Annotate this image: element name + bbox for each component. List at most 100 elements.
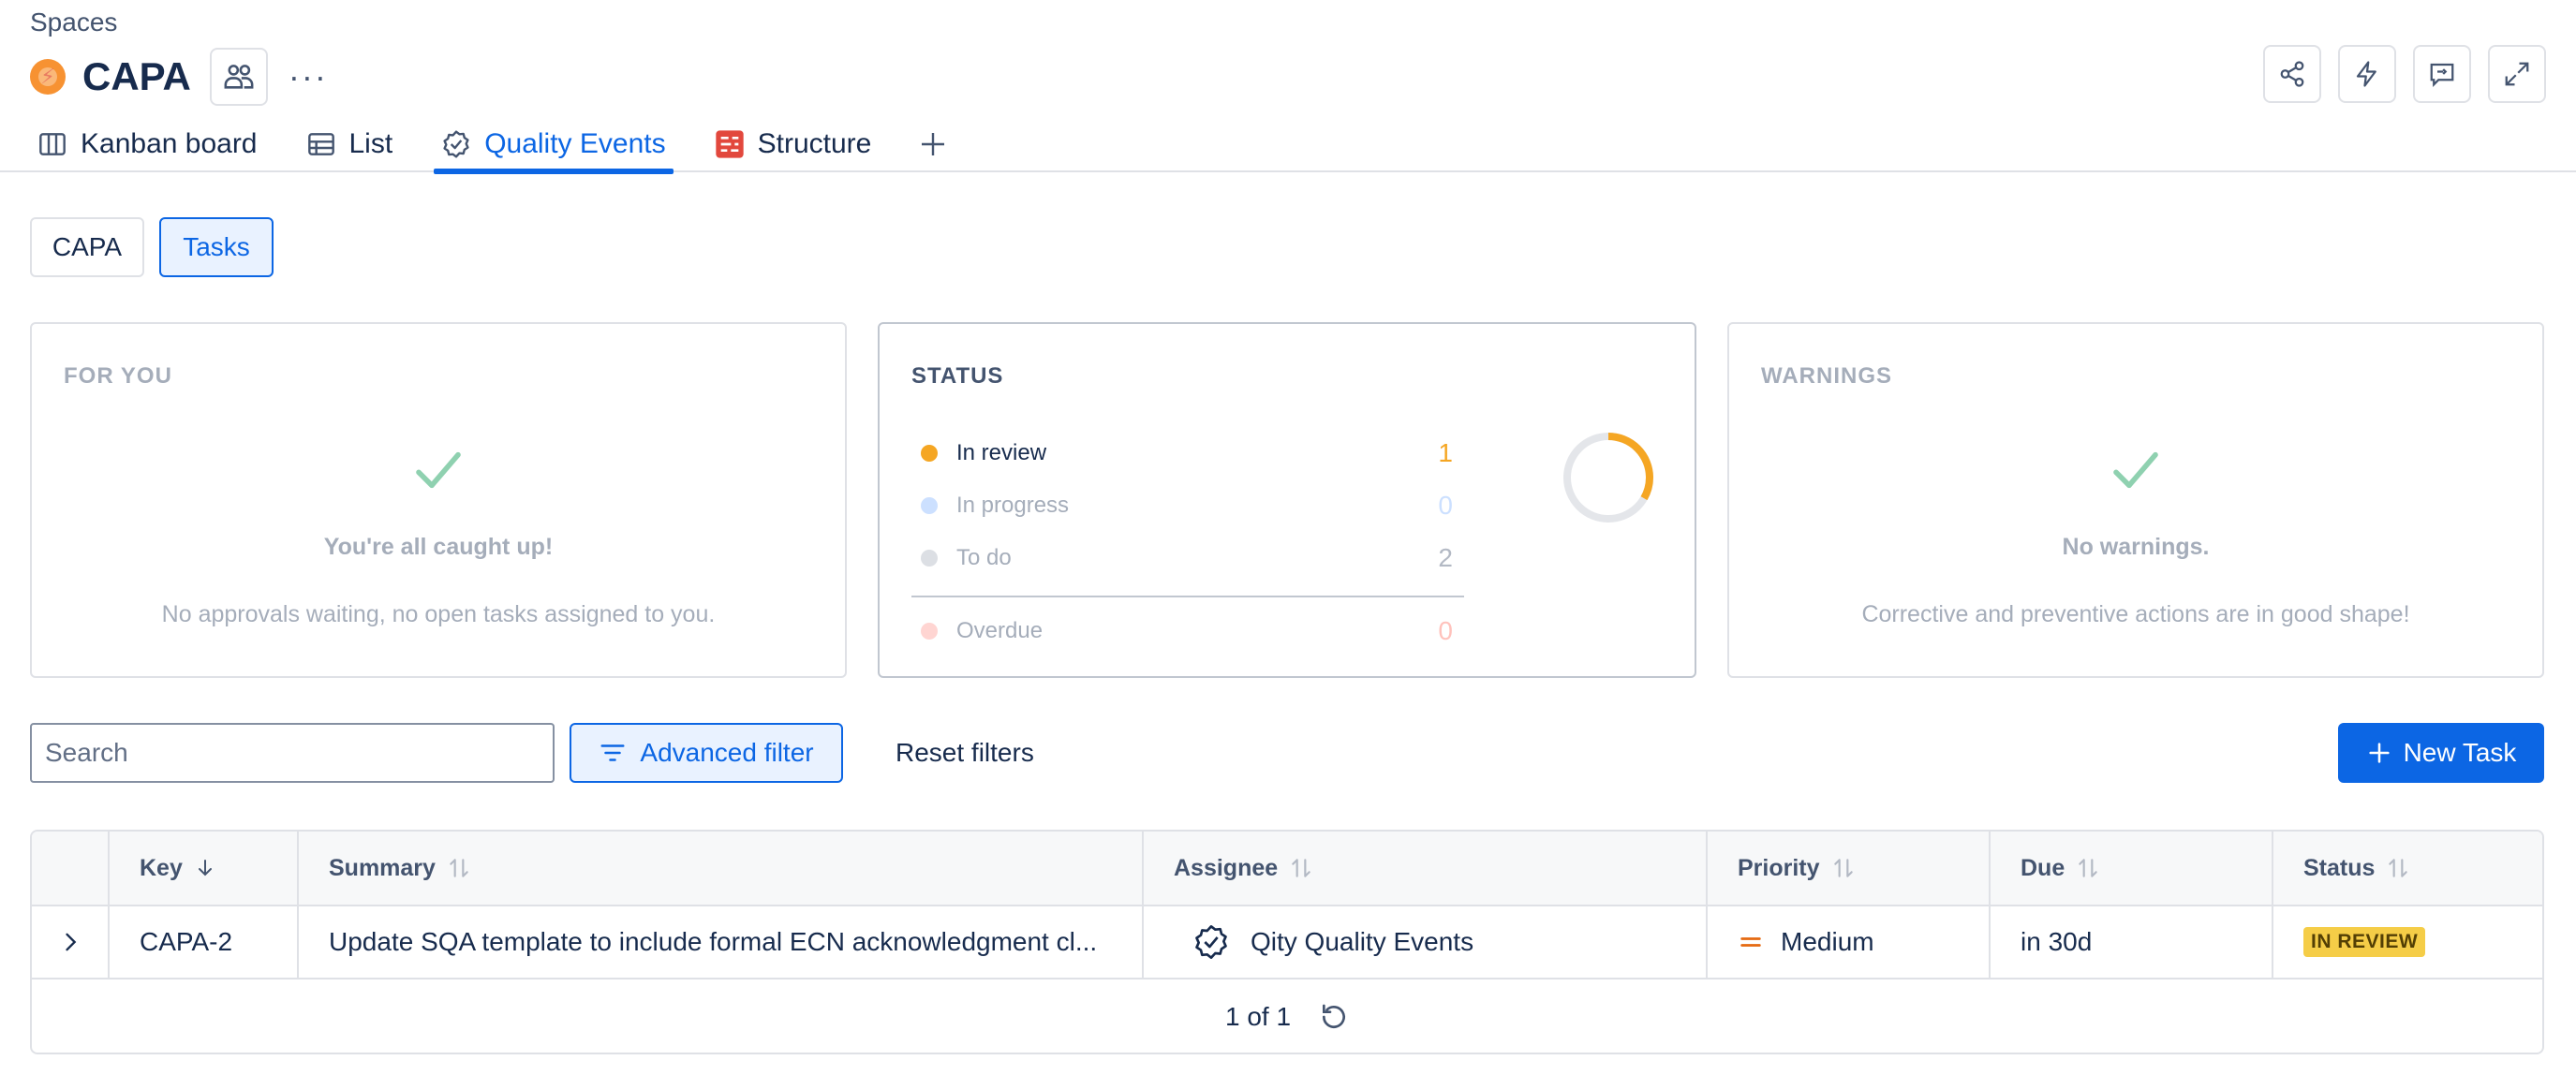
share-icon: [2280, 61, 2304, 87]
fullscreen-button[interactable]: [2488, 45, 2546, 103]
status-badge: IN REVIEW: [2303, 927, 2426, 957]
cell-assignee[interactable]: Qity Quality Events: [1144, 906, 1708, 978]
chevron-right-icon: [65, 933, 76, 951]
tasks-table: Key Summary Assignee Priority Due Status…: [30, 830, 2544, 1054]
share-button[interactable]: [2263, 45, 2321, 103]
automation-button[interactable]: [2338, 45, 2396, 103]
filter-icon: [600, 744, 625, 761]
status-label: To do: [956, 545, 1012, 570]
status-label: In progress: [956, 493, 1070, 518]
checkmark-icon: [2113, 451, 2158, 489]
expand-row-button[interactable]: [32, 906, 110, 978]
for-you-card: FOR YOU You're all caught up! No approva…: [30, 322, 847, 678]
tab-label: Quality Events: [484, 128, 666, 159]
cell-summary[interactable]: Update SQA template to include formal EC…: [299, 906, 1144, 978]
status-label: In review: [956, 440, 1047, 465]
refresh-icon[interactable]: [1319, 1002, 1349, 1032]
status-dot: [921, 550, 938, 567]
column-header-due[interactable]: Due: [1991, 832, 2273, 905]
pagination-label: 1 of 1: [1224, 1002, 1292, 1031]
view-tabs: Kanban board List Quality Events Structu…: [30, 116, 954, 174]
summary-text: Update SQA template to include formal EC…: [329, 927, 1098, 956]
card-headline: You're all caught up!: [323, 534, 554, 560]
checkmark-icon: [416, 451, 461, 489]
tab-quality-events[interactable]: Quality Events: [434, 116, 674, 174]
status-list: In review 1 In progress 0 To do 2 Overdu…: [911, 427, 1464, 657]
segment-tasks[interactable]: Tasks: [159, 217, 274, 277]
column-label: Summary: [329, 854, 436, 881]
plus-icon: [2368, 743, 2390, 763]
comment-icon: [2430, 63, 2454, 87]
tab-label: Structure: [757, 128, 872, 159]
status-dot: [921, 623, 938, 640]
space-header: Spaces ⚡ CAPA ··· Kanban board List Qual…: [0, 0, 2576, 174]
sort-icon: [1292, 859, 1310, 877]
status-count: 2: [1438, 543, 1453, 572]
cell-status[interactable]: IN REVIEW: [2273, 906, 2542, 978]
status-row-in-review[interactable]: In review 1: [911, 427, 1464, 479]
pagination: 1 of 1: [32, 979, 2542, 1053]
tab-structure[interactable]: Structure: [707, 116, 880, 172]
status-count: 0: [1438, 616, 1453, 645]
people-icon: [224, 65, 254, 89]
card-title: WARNINGS: [1761, 363, 1892, 389]
board-icon: [39, 133, 66, 155]
reset-filters-button[interactable]: Reset filters: [877, 723, 1053, 783]
column-header-key[interactable]: Key: [110, 832, 299, 905]
assignee-name: Qity Quality Events: [1251, 927, 1474, 956]
column-label: Due: [2021, 854, 2065, 881]
status-dot: [921, 445, 938, 462]
advanced-filter-label: Advanced filter: [640, 738, 814, 767]
status-divider: [911, 596, 1464, 597]
structure-icon: [715, 130, 744, 158]
new-task-button[interactable]: New Task: [2338, 723, 2544, 783]
tab-label: List: [348, 128, 393, 159]
breadcrumb[interactable]: Spaces: [30, 7, 117, 37]
more-actions-button[interactable]: ···: [279, 48, 337, 106]
cell-key[interactable]: CAPA-2: [110, 906, 299, 978]
advanced-filter-button[interactable]: Advanced filter: [570, 723, 843, 783]
list-icon: [307, 133, 334, 155]
title-row: ⚡ CAPA ···: [30, 47, 337, 107]
search-input[interactable]: [30, 723, 555, 783]
card-headline: No warnings.: [2062, 534, 2210, 560]
feedback-button[interactable]: [2413, 45, 2471, 103]
warnings-card: WARNINGS No warnings. Corrective and pre…: [1727, 322, 2544, 678]
members-button[interactable]: [209, 48, 268, 106]
column-label: Key: [140, 854, 183, 881]
plus-icon: [922, 133, 945, 155]
column-label: Status: [2303, 854, 2376, 881]
sort-icon: [2389, 859, 2408, 877]
lightning-icon: [2356, 61, 2376, 87]
table-row[interactable]: CAPA-2 Update SQA template to include fo…: [32, 906, 2542, 979]
status-row-to-do[interactable]: To do 2: [911, 532, 1464, 584]
status-card: STATUS In review 1 In progress 0 To do 2…: [878, 322, 1696, 678]
status-row-overdue[interactable]: Overdue 0: [911, 605, 1464, 657]
tab-list[interactable]: List: [299, 116, 401, 172]
status-label: Overdue: [956, 618, 1044, 643]
status-count: 1: [1438, 438, 1453, 467]
column-label: Priority: [1738, 854, 1820, 881]
header-actions: [2263, 45, 2546, 103]
status-count: 0: [1438, 491, 1453, 520]
add-view-button[interactable]: [912, 116, 954, 172]
column-header-priority[interactable]: Priority: [1708, 832, 1991, 905]
badge-check-icon: [1195, 925, 1227, 959]
column-header-assignee[interactable]: Assignee: [1144, 832, 1708, 905]
status-row-in-progress[interactable]: In progress 0: [911, 479, 1464, 532]
card-title: STATUS: [911, 363, 1004, 389]
tab-kanban-board[interactable]: Kanban board: [30, 116, 265, 172]
priority-medium-icon: [1740, 937, 1761, 947]
expand-column-header: [32, 832, 110, 905]
new-task-label: New Task: [2403, 738, 2517, 767]
cell-priority[interactable]: Medium: [1708, 906, 1991, 978]
column-header-summary[interactable]: Summary: [299, 832, 1144, 905]
column-header-status[interactable]: Status: [2273, 832, 2542, 905]
cell-due[interactable]: in 30d: [1991, 906, 2273, 978]
column-label: Assignee: [1174, 854, 1279, 881]
table-header: Key Summary Assignee Priority Due Status: [32, 832, 2542, 906]
status-dot: [921, 497, 938, 514]
segment-capa[interactable]: CAPA: [30, 217, 144, 277]
card-message: Corrective and preventive actions are in…: [1861, 601, 2410, 627]
sort-icon: [450, 859, 468, 877]
